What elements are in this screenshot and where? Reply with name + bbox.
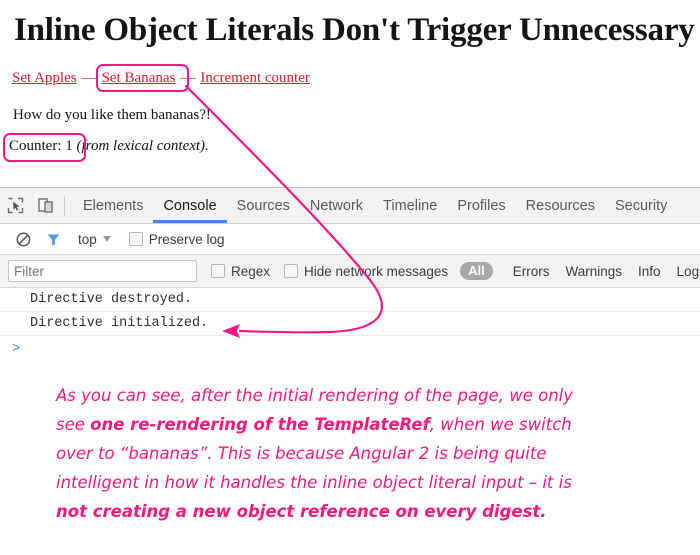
- counter-line: Counter: 1 (from lexical context).: [9, 138, 209, 155]
- browser-page-content: Inline Object Literals Don't Trigger Unn…: [0, 0, 700, 187]
- annotation-line-5: not creating a new object reference on e…: [56, 497, 686, 526]
- preserve-log-checkbox[interactable]: Preserve log: [128, 231, 225, 247]
- action-link-row: Set Apples — Set Bananas — Increment counter: [12, 70, 310, 87]
- clear-console-icon[interactable]: [8, 222, 38, 256]
- tab-console[interactable]: Console: [153, 189, 226, 223]
- annotation-line-3: over to “bananas”. This is because Angul…: [56, 439, 686, 468]
- annotation-line-1-text: As you can see, after the initial render…: [56, 386, 574, 405]
- level-filter-logs[interactable]: Logs: [677, 264, 700, 279]
- preserve-log-box[interactable]: [128, 232, 143, 246]
- regex-label: Regex: [231, 263, 271, 279]
- annotation-line-4-text: intelligent in how it handles the inline…: [56, 473, 572, 492]
- regex-checkbox[interactable]: Regex: [211, 264, 270, 279]
- tab-elements[interactable]: Elements: [73, 189, 153, 223]
- regex-box[interactable]: [211, 264, 225, 278]
- tab-sources[interactable]: Sources: [227, 189, 300, 223]
- set-bananas-link[interactable]: Set Bananas: [102, 70, 176, 86]
- level-filter-warnings[interactable]: Warnings: [565, 264, 622, 279]
- annotation-line-2-bold: one re-rendering of the TemplateRef: [90, 415, 430, 434]
- filter-funnel-icon[interactable]: [38, 222, 68, 256]
- device-toolbar-icon[interactable]: [30, 189, 60, 223]
- annotation-line-2-c: , when we switch: [429, 415, 572, 434]
- toolbar-divider: [64, 195, 65, 216]
- console-message-row: Directive destroyed.: [0, 288, 700, 312]
- annotation-line-3-text: over to “bananas”. This is because Angul…: [56, 444, 547, 463]
- console-options-bar: top Preserve log: [0, 224, 700, 255]
- level-filter-info[interactable]: Info: [638, 264, 661, 279]
- console-message-row: Directive initialized.: [0, 312, 700, 336]
- handwritten-annotation: As you can see, after the initial render…: [56, 381, 686, 526]
- console-filter-input[interactable]: [8, 260, 197, 282]
- increment-counter-link[interactable]: Increment counter: [200, 70, 310, 86]
- annotation-line-2: see one re-rendering of the TemplateRef,…: [56, 410, 686, 439]
- console-filter-bar: Regex Hide network messages All Errors W…: [0, 255, 700, 288]
- bananas-question-text: How do you like them bananas?!: [13, 107, 211, 123]
- tab-timeline[interactable]: Timeline: [373, 189, 447, 223]
- counter-value-label: Counter: 1: [9, 138, 73, 154]
- tab-security[interactable]: Security: [605, 189, 677, 223]
- tab-resources[interactable]: Resources: [516, 189, 605, 223]
- level-filter-all[interactable]: All: [460, 262, 493, 280]
- counter-lexical-note: (from lexical context).: [72, 138, 209, 154]
- annotation-line-1: As you can see, after the initial render…: [56, 381, 686, 410]
- annotation-line-4: intelligent in how it handles the inline…: [56, 468, 686, 497]
- set-apples-link[interactable]: Set Apples: [12, 70, 77, 86]
- devtools-tabbar: Elements Console Sources Network Timelin…: [0, 188, 700, 224]
- annotation-line-5-bold: not creating a new object reference on e…: [56, 502, 547, 521]
- page-title: Inline Object Literals Don't Trigger Unn…: [14, 12, 700, 48]
- annotation-line-2-a: see: [56, 415, 91, 434]
- chevron-down-icon: [102, 236, 111, 242]
- hide-network-label: Hide network messages: [304, 263, 449, 279]
- tab-network[interactable]: Network: [300, 189, 373, 223]
- level-filter-errors[interactable]: Errors: [513, 264, 550, 279]
- preserve-log-label: Preserve log: [148, 231, 225, 247]
- inspect-element-icon[interactable]: [0, 189, 30, 223]
- console-context-select[interactable]: top: [78, 232, 111, 247]
- hide-network-box[interactable]: [284, 264, 299, 278]
- tab-profiles[interactable]: Profiles: [447, 189, 515, 223]
- link-separator-2: —: [180, 70, 196, 86]
- link-separator-1: —: [81, 70, 97, 86]
- hide-network-messages-checkbox[interactable]: Hide network messages: [284, 264, 448, 279]
- console-context-value: top: [78, 231, 97, 247]
- console-input-prompt[interactable]: >: [0, 336, 700, 362]
- console-message-list: Directive destroyed. Directive initializ…: [0, 288, 700, 362]
